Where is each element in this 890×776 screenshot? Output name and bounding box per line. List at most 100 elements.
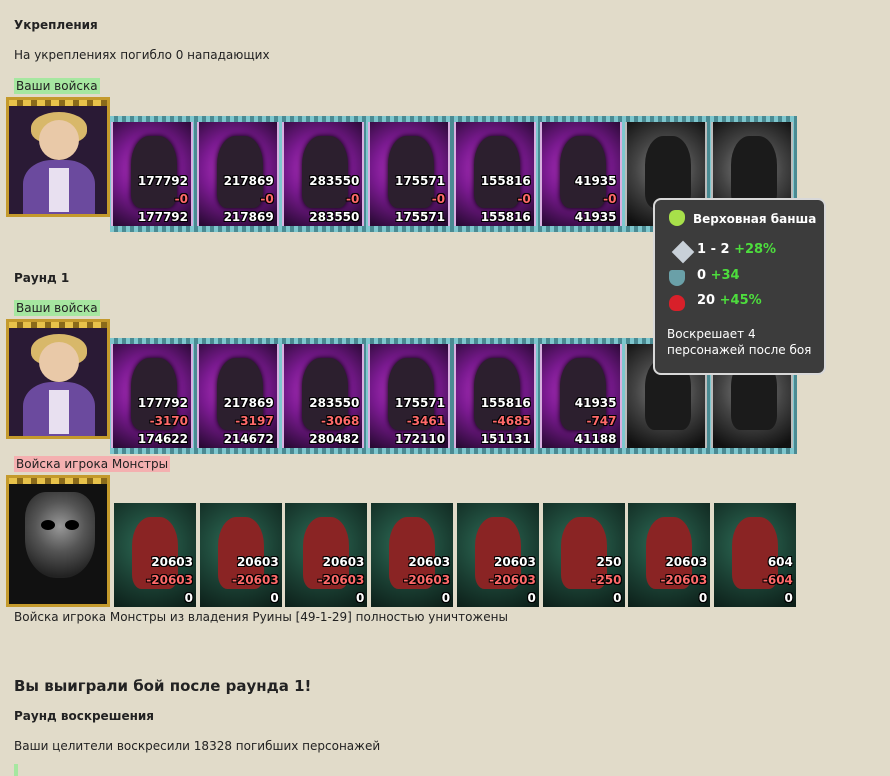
- unit-remaining: 175571: [394, 210, 446, 224]
- unit-count: 175571: [394, 174, 446, 188]
- your-troops-label-round: Ваши войска: [14, 300, 100, 316]
- unit-figure: [302, 136, 349, 208]
- unit-remaining: 0: [356, 591, 365, 605]
- unit-loss: -20603: [231, 573, 279, 587]
- unit-card[interactable]: 177792 -3170 174622: [111, 344, 193, 448]
- unit-remaining: 155816: [480, 210, 531, 224]
- unit-card[interactable]: 20603 -20603 0: [285, 503, 368, 607]
- unit-remaining: 0: [784, 591, 793, 605]
- unit-remaining: 0: [613, 591, 622, 605]
- unit-card[interactable]: 217869 -0 217869: [196, 122, 279, 226]
- unit-count: 155816: [480, 396, 531, 410]
- unit-loss: -20603: [317, 573, 365, 587]
- unit-loss: -604: [762, 573, 793, 587]
- unit-count: 155816: [480, 174, 531, 188]
- unit-figure: [216, 136, 263, 208]
- attack-bonus: +28%: [734, 242, 777, 257]
- unit-card[interactable]: 175571 -0 175571: [368, 122, 451, 226]
- unit-loss: -3068: [321, 414, 360, 428]
- unit-remaining: 0: [184, 591, 193, 605]
- unit-card[interactable]: 283550 -3068 280482: [282, 344, 365, 448]
- hero-portrait-round[interactable]: [6, 319, 110, 439]
- unit-remaining: 0: [527, 591, 536, 605]
- resurrection-text: Ваши целители воскресили 18328 погибших …: [14, 739, 381, 753]
- unit-card[interactable]: 155816 -0 155816: [453, 122, 536, 226]
- unit-figure: [388, 136, 435, 208]
- enemy-portrait[interactable]: [6, 475, 110, 607]
- hp-bonus: +45%: [719, 293, 762, 308]
- unit-card[interactable]: 604 -604 0: [713, 503, 796, 607]
- attack-stat: 1 - 2 +28%: [697, 242, 776, 257]
- unit-remaining: 214672: [223, 432, 274, 446]
- unit-count: 283550: [309, 396, 360, 410]
- unit-loss: -3197: [235, 414, 274, 428]
- unit-card[interactable]: 20603 -20603 0: [456, 503, 539, 607]
- defense-bonus: +34: [710, 268, 740, 283]
- potion-icon: [669, 210, 685, 226]
- unit-loss: -0: [174, 192, 188, 206]
- unit-remaining: 174622: [137, 432, 188, 446]
- unit-count: 20603: [236, 555, 279, 569]
- unit-loss: -0: [346, 192, 360, 206]
- unit-card[interactable]: 283550 -0 283550: [282, 122, 365, 226]
- unit-count: 283550: [309, 174, 360, 188]
- shield-icon: [669, 270, 685, 286]
- unit-tooltip: Верховная банша 1 - 2 +28% 0 +34 20 +45%…: [653, 198, 826, 375]
- unit-card[interactable]: 177792 -0 177792: [111, 122, 193, 226]
- unit-card[interactable]: 20603 -20603 0: [628, 503, 711, 607]
- unit-loss: -0: [431, 192, 446, 206]
- unit-loss: -4685: [492, 414, 531, 428]
- unit-count: 177792: [137, 396, 188, 410]
- unit-count: 20603: [322, 555, 365, 569]
- unit-loss: -20603: [146, 573, 193, 587]
- your-troops-label: Ваши войска: [14, 78, 100, 94]
- unit-count: 175571: [394, 396, 446, 410]
- unit-figure: [559, 136, 606, 208]
- unit-loss: -20603: [403, 573, 451, 587]
- unit-figure: [131, 136, 177, 208]
- hp-value: 20: [697, 293, 716, 308]
- unit-card[interactable]: 250 -250 0: [542, 503, 625, 607]
- unit-count: 41935: [574, 396, 617, 410]
- unit-remaining: 41188: [574, 432, 617, 446]
- enemy-troops-label: Войска игрока Монстры: [14, 456, 171, 472]
- unit-card[interactable]: 175571 -3461 172110: [368, 344, 451, 448]
- unit-card[interactable]: 41935 -747 41188: [539, 344, 622, 448]
- unit-card[interactable]: 20603 -20603 0: [199, 503, 282, 607]
- unit-remaining: 217869: [223, 210, 274, 224]
- unit-card[interactable]: 217869 -3197 214672: [196, 344, 279, 448]
- hp-stat: 20 +45%: [697, 293, 762, 308]
- unit-remaining: 0: [441, 591, 451, 605]
- unit-count: 20603: [151, 555, 193, 569]
- your-troops-label-bottom: [14, 764, 18, 776]
- defense-value: 0: [697, 268, 707, 283]
- unit-loss: -3461: [406, 414, 446, 428]
- unit-count: 604: [767, 555, 793, 569]
- unit-remaining: 41935: [574, 210, 617, 224]
- unit-remaining: 177792: [137, 210, 188, 224]
- unit-card[interactable]: 155816 -4685 151131: [453, 344, 536, 448]
- unit-count: 177792: [137, 174, 188, 188]
- attack-value: 1 - 2: [697, 242, 730, 257]
- unit-count: 217869: [223, 174, 274, 188]
- heart-icon: [669, 295, 685, 311]
- unit-loss: -0: [517, 192, 531, 206]
- unit-card[interactable]: 41935 -0 41935: [539, 122, 622, 226]
- unit-remaining: 0: [270, 591, 279, 605]
- unit-loss: -3170: [149, 414, 188, 428]
- unit-card[interactable]: 20603 -20603 0: [371, 503, 454, 607]
- unit-count: 20603: [665, 555, 708, 569]
- unit-loss: -747: [586, 414, 617, 428]
- unit-card[interactable]: 20603 -20603 0: [114, 503, 196, 607]
- unit-loss: -0: [603, 192, 617, 206]
- unit-remaining: 283550: [309, 210, 360, 224]
- unit-count: 20603: [408, 555, 451, 569]
- defense-stat: 0 +34: [697, 268, 740, 283]
- tooltip-title: Верховная банша: [693, 212, 817, 226]
- unit-remaining: 280482: [309, 432, 360, 446]
- unit-figure: [473, 136, 520, 208]
- unit-count: 41935: [574, 174, 617, 188]
- hero-portrait[interactable]: [6, 97, 110, 217]
- unit-loss: -0: [260, 192, 274, 206]
- unit-count: 250: [596, 555, 622, 569]
